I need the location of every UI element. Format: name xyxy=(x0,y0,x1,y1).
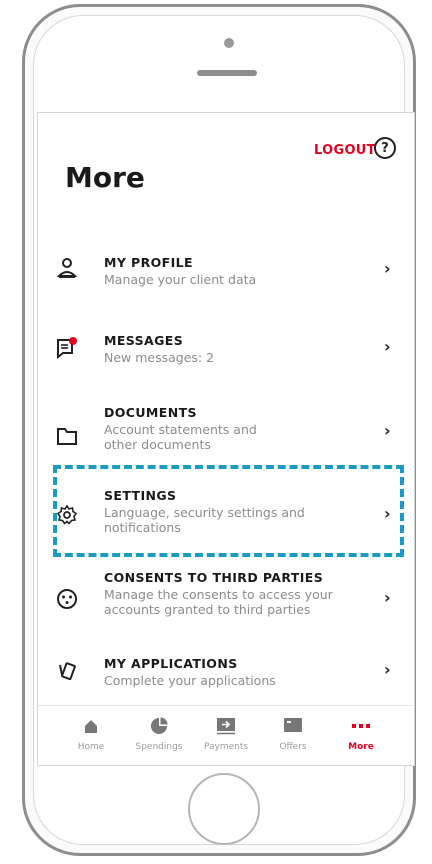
tab-label: Spendings xyxy=(135,742,183,752)
highlight-box xyxy=(53,465,404,557)
tab-label: Payments xyxy=(203,742,249,752)
menu-item-label: MY APPLICATIONS xyxy=(104,656,238,671)
tab-offers[interactable]: Offers xyxy=(263,716,323,752)
menu-item-subtitle: Complete your applications xyxy=(104,673,276,688)
folder-icon xyxy=(57,428,77,445)
menu-item-label: MY PROFILE xyxy=(104,255,193,270)
menu-item-subtitle: Manage the consents to access your accou… xyxy=(104,587,333,617)
menu-item-subtitle: Account statements and other documents xyxy=(104,422,257,452)
menu-item-label: MESSAGES xyxy=(104,333,184,348)
home-icon xyxy=(85,720,97,733)
unread-badge xyxy=(69,337,77,345)
plug-icon xyxy=(57,589,77,609)
menu-item-label: CONSENTS TO THIRD PARTIES xyxy=(104,570,324,585)
menu-item-subtitle: Manage your client data xyxy=(104,272,257,287)
camera-dot xyxy=(224,38,234,48)
help-icon[interactable]: ? xyxy=(374,137,396,159)
message-icon xyxy=(57,337,77,359)
tab-home[interactable]: Home xyxy=(61,716,121,752)
offers-icon xyxy=(284,718,302,732)
tab-label: Home xyxy=(77,742,105,752)
app-screen: LOGOUT ? More MY PROFILE Manage your cli… xyxy=(37,112,415,766)
tab-more[interactable]: More xyxy=(331,716,391,752)
payments-icon xyxy=(217,718,235,735)
chevron-right-icon: › xyxy=(384,588,391,607)
tab-label: Offers xyxy=(279,742,307,752)
menu-item-label: DOCUMENTS xyxy=(104,405,197,420)
chevron-right-icon: › xyxy=(384,337,391,356)
pie-chart-icon xyxy=(151,717,168,734)
person-icon xyxy=(56,258,78,278)
page-title: More xyxy=(65,161,145,194)
chevron-right-icon: › xyxy=(384,259,391,278)
bottom-tab-bar: Home Spendings Payments Offers More xyxy=(38,705,414,765)
tab-label: More xyxy=(348,742,374,752)
logout-link[interactable]: LOGOUT xyxy=(314,143,376,158)
tab-spendings[interactable]: Spendings xyxy=(129,716,189,752)
menu-item-subtitle: New messages: 2 xyxy=(104,350,215,365)
cards-icon xyxy=(59,662,76,681)
chevron-right-icon: › xyxy=(384,421,391,440)
speaker-slot xyxy=(197,70,257,76)
tab-payments[interactable]: Payments xyxy=(196,716,256,752)
chevron-right-icon: › xyxy=(384,660,391,679)
home-hardware-button[interactable] xyxy=(188,773,260,845)
more-dots-icon xyxy=(352,724,370,728)
